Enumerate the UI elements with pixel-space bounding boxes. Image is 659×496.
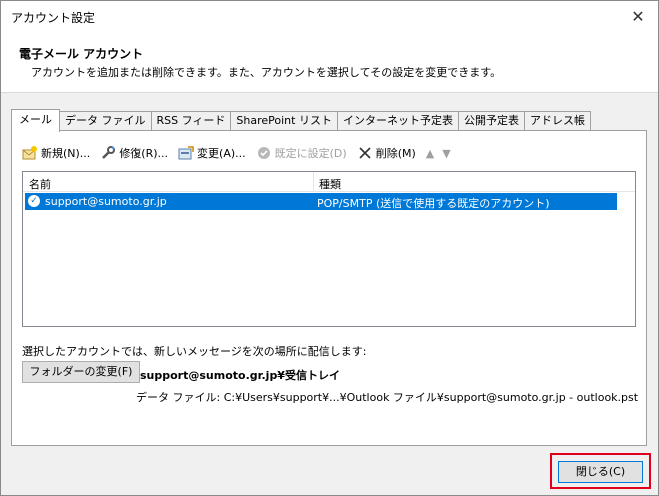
tab-rss-feeds[interactable]: RSS フィード	[151, 111, 232, 131]
tab-data-files[interactable]: データ ファイル	[60, 111, 152, 131]
close-button[interactable]: 閉じる(C)	[558, 461, 643, 483]
move-up-icon[interactable]: ▲	[426, 147, 434, 160]
account-toolbar: 新規(N)... 修復(R)... 変更(A)... 既定に設定(D) 削除(M…	[22, 143, 459, 163]
default-account-check-icon: ✓	[28, 195, 40, 207]
column-separator[interactable]	[313, 172, 314, 192]
new-mail-icon	[22, 145, 38, 161]
column-header-type[interactable]: 種類	[319, 176, 341, 192]
change-settings-icon	[178, 145, 194, 161]
change-account-label: 変更(A)...	[197, 147, 246, 160]
header-title: 電子メール アカウント	[19, 47, 144, 61]
tab-mail[interactable]: メール	[11, 109, 60, 132]
title-bar: アカウント設定 ✕	[1, 1, 658, 33]
set-default-button[interactable]: 既定に設定(D)	[256, 145, 347, 161]
dialog-header: 電子メール アカウント アカウントを追加または削除できます。また、アカウントを選…	[1, 33, 658, 93]
set-default-label: 既定に設定(D)	[274, 147, 347, 160]
tab-sharepoint-lists[interactable]: SharePoint リスト	[231, 111, 338, 131]
wrench-icon	[100, 145, 116, 161]
list-header: 名前 種類	[23, 172, 635, 192]
header-description: アカウントを追加または削除できます。また、アカウントを選択してその設定を変更でき…	[31, 66, 502, 79]
delivery-label: 選択したアカウントでは、新しいメッセージを次の場所に配信します:	[22, 345, 367, 358]
mail-tab-panel: 新規(N)... 修復(R)... 変更(A)... 既定に設定(D) 削除(M…	[11, 130, 647, 446]
close-icon[interactable]: ✕	[628, 7, 648, 27]
delete-x-icon	[357, 145, 373, 161]
table-row[interactable]: ✓ support@sumoto.gr.jp POP/SMTP (送信で使用する…	[25, 193, 617, 210]
account-list[interactable]: 名前 種類 ✓ support@sumoto.gr.jp POP/SMTP (送…	[22, 171, 636, 327]
change-folder-button[interactable]: フォルダーの変更(F)	[22, 361, 140, 383]
check-circle-icon	[256, 145, 272, 161]
tab-address-books[interactable]: アドレス帳	[524, 111, 591, 131]
new-account-label: 新規(N)...	[41, 147, 91, 160]
account-type: POP/SMTP (送信で使用する既定のアカウント)	[317, 197, 550, 210]
tab-internet-calendars[interactable]: インターネット予定表	[337, 111, 459, 131]
tab-strip: メール データ ファイル RSS フィード SharePoint リスト インタ…	[11, 109, 591, 132]
repair-account-label: 修復(R)...	[119, 147, 169, 160]
delete-account-button[interactable]: 削除(M)	[357, 145, 416, 161]
tab-published-calendars[interactable]: 公開予定表	[458, 111, 525, 131]
move-down-icon[interactable]: ▼	[442, 147, 450, 160]
window-title: アカウント設定	[11, 11, 96, 25]
repair-account-button[interactable]: 修復(R)...	[100, 145, 168, 161]
column-header-name[interactable]: 名前	[29, 176, 51, 192]
close-button-highlight: 閉じる(C)	[550, 453, 651, 489]
change-account-button[interactable]: 変更(A)...	[178, 145, 246, 161]
new-account-button[interactable]: 新規(N)...	[22, 145, 90, 161]
account-name: support@sumoto.gr.jp	[45, 195, 167, 208]
delete-account-label: 削除(M)	[375, 147, 416, 160]
delivery-location: support@sumoto.gr.jp¥受信トレイ	[140, 369, 340, 382]
data-file-path: データ ファイル: C:¥Users¥support¥...¥Outlook フ…	[136, 391, 639, 404]
account-settings-dialog: アカウント設定 ✕ 電子メール アカウント アカウントを追加または削除できます。…	[0, 0, 659, 496]
